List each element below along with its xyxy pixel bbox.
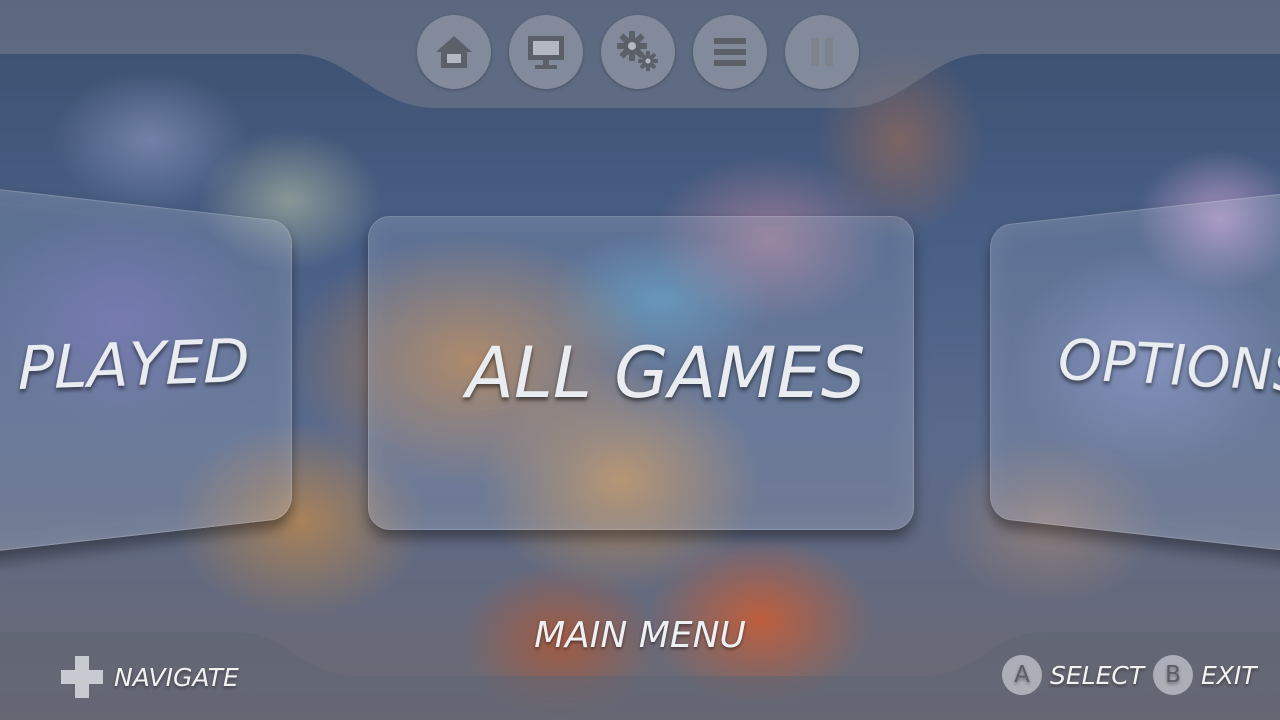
a-button-icon: A [1002,655,1042,695]
settings-button[interactable] [601,15,675,89]
list-icon [714,38,746,66]
options-label: OPTIONS [1058,327,1280,406]
exit-hint[interactable]: B EXIT [1153,655,1257,695]
played-label: PLAYED [18,325,250,405]
navigate-label: NAVIGATE [114,662,239,692]
home-button[interactable] [417,15,491,89]
menu-title: MAIN MENU [534,615,746,656]
exit-label: EXIT [1201,660,1257,690]
gears-icon [617,31,658,71]
dpad-icon [61,656,103,698]
all-games-label: ALL GAMES [466,332,866,414]
pause-button[interactable] [785,15,859,89]
monitor-icon [528,36,564,69]
display-button[interactable] [509,15,583,89]
select-label: SELECT [1050,660,1145,690]
pause-icon [811,38,833,66]
home-icon [436,36,472,68]
list-button[interactable] [693,15,767,89]
b-button-icon: B [1153,655,1193,695]
select-hint[interactable]: A SELECT [1002,655,1144,695]
navigate-hint: NAVIGATE [60,655,239,699]
